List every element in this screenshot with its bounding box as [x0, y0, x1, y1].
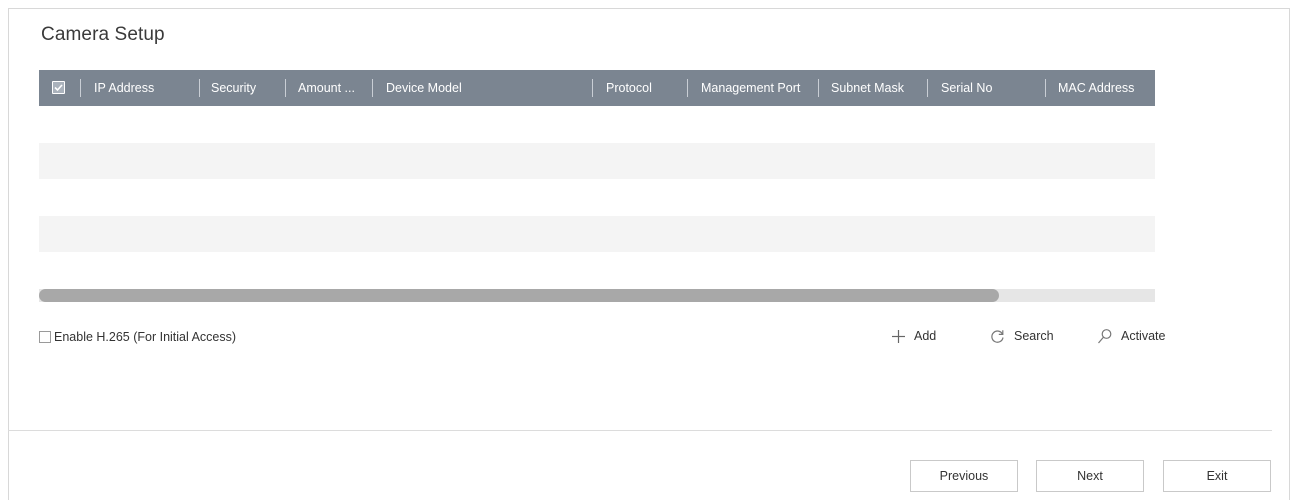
table-header: IP Address Security Amount ... Device Mo…: [39, 70, 1155, 106]
table-row[interactable]: [39, 215, 1155, 252]
column-header-ip-address[interactable]: IP Address: [94, 70, 154, 106]
select-all-checkbox[interactable]: [52, 81, 65, 94]
column-separator: [927, 79, 928, 97]
camera-table: IP Address Security Amount ... Device Mo…: [39, 70, 1155, 289]
column-header-protocol[interactable]: Protocol: [606, 70, 652, 106]
column-separator: [285, 79, 286, 97]
column-separator: [80, 79, 81, 97]
add-label: Add: [914, 329, 937, 343]
h265-checkbox[interactable]: [39, 331, 51, 343]
refresh-icon: [991, 329, 1004, 343]
key-icon: [1098, 328, 1112, 343]
column-separator: [199, 79, 200, 97]
activate-button[interactable]: Activate: [1097, 327, 1165, 345]
column-header-mac-address[interactable]: MAC Address: [1058, 70, 1134, 106]
column-header-security[interactable]: Security: [211, 70, 256, 106]
column-header-serial-no[interactable]: Serial No: [941, 70, 992, 106]
footer-divider: [8, 430, 1272, 431]
table-row[interactable]: [39, 142, 1155, 179]
h265-label: Enable H.265 (For Initial Access): [54, 330, 237, 344]
next-button[interactable]: Next: [1036, 460, 1144, 492]
column-header-subnet-mask[interactable]: Subnet Mask: [831, 70, 904, 106]
page-title: Camera Setup: [41, 24, 165, 45]
column-header-amount[interactable]: Amount ...: [298, 70, 355, 106]
previous-button[interactable]: Previous: [910, 460, 1018, 492]
column-header-management-port[interactable]: Management Port: [701, 70, 800, 106]
column-separator: [687, 79, 688, 97]
search-button[interactable]: Search: [989, 327, 1054, 345]
table-row[interactable]: [39, 252, 1155, 289]
column-separator: [818, 79, 819, 97]
activate-label: Activate: [1121, 329, 1166, 343]
h265-option[interactable]: Enable H.265 (For Initial Access): [39, 330, 236, 344]
table-row[interactable]: [39, 179, 1155, 216]
plus-icon: [892, 329, 905, 343]
column-header-device-model[interactable]: Device Model: [386, 70, 462, 106]
scrollbar-thumb[interactable]: [39, 289, 999, 302]
checkmark-icon: [53, 82, 64, 93]
table-row[interactable]: [39, 106, 1155, 143]
column-separator: [1045, 79, 1046, 97]
horizontal-scrollbar[interactable]: [39, 289, 1155, 302]
column-separator: [592, 79, 593, 97]
column-separator: [372, 79, 373, 97]
add-button[interactable]: Add: [891, 327, 936, 345]
exit-button[interactable]: Exit: [1163, 460, 1271, 492]
search-label: Search: [1014, 329, 1054, 343]
